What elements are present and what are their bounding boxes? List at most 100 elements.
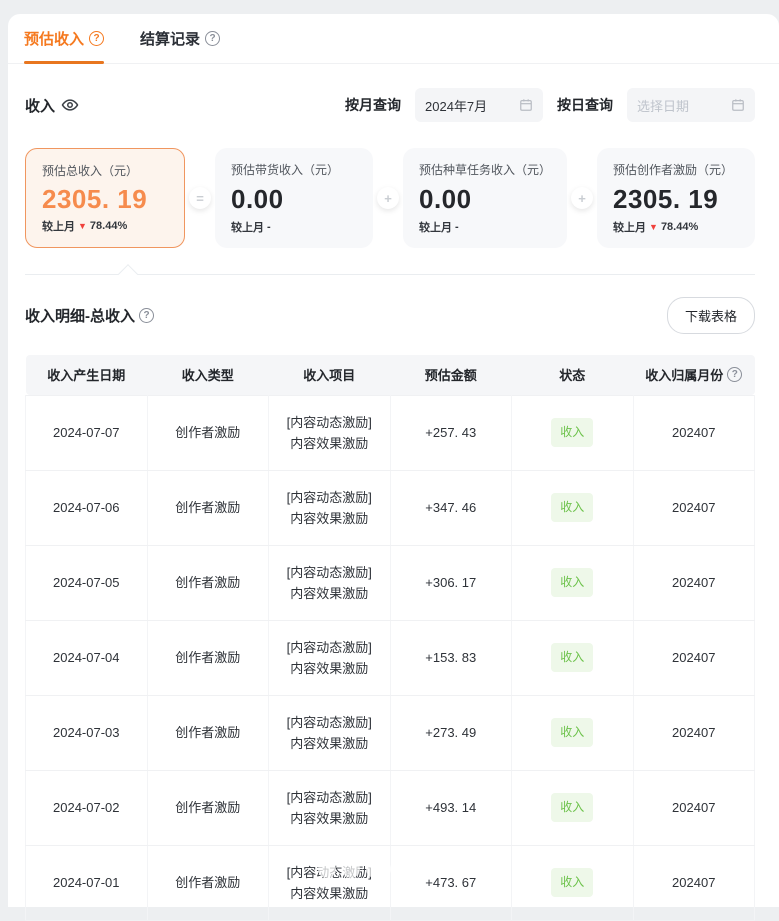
detail-title-label: 收入明细-总收入 [25,305,135,326]
cell-project: [内容动态激励]内容效果激励 [269,545,391,620]
month-picker[interactable]: 2024年7月 [415,88,543,122]
calendar-icon [731,98,745,112]
status-badge: 收入 [551,793,593,822]
card-label: 预估创作者激励（元） [613,161,739,178]
cell-status: 收入 [512,470,634,545]
card-compare: 较上月 - [231,219,357,235]
eye-icon[interactable] [61,96,79,114]
plus-icon: + [377,187,399,209]
cell-date: 2024-07-05 [26,545,148,620]
plus-icon: + [571,187,593,209]
cell-project: [内容动态激励]内容效果激励 [269,845,391,920]
card-creator-incentive[interactable]: 预估创作者激励（元） 2305. 19 较上月 ▼ 78.44% [597,148,755,248]
card-value: 0.00 [419,186,551,212]
cell-amount: +347. 46 [390,470,512,545]
card-label: 预估总收入（元） [42,162,168,179]
compare-value: 78.44% [90,220,127,232]
cell-date: 2024-07-01 [26,845,148,920]
cell-amount: +493. 14 [390,770,512,845]
tab-settlement-records-label: 结算记录 [140,28,200,49]
cell-status: 收入 [512,395,634,470]
cell-project: [内容动态激励]内容效果激励 [269,770,391,845]
cell-date: 2024-07-07 [26,395,148,470]
cell-project: [内容动态激励]内容效果激励 [269,695,391,770]
day-query-label: 按日查询 [557,95,613,115]
help-icon[interactable]: ? [89,31,104,46]
income-detail-table: 收入产生日期 收入类型 收入项目 预估金额 状态 收入归属月份 ? 2024-0… [25,355,755,921]
cell-type: 创作者激励 [147,845,269,920]
status-badge: 收入 [551,643,593,672]
cell-month: 202407 [633,620,755,695]
status-badge: 收入 [551,868,593,897]
cell-month: 202407 [633,470,755,545]
card-goods-income[interactable]: 预估带货收入（元） 0.00 较上月 - [215,148,373,248]
equals-icon: = [189,187,211,209]
card-compare: 较上月 ▼ 78.44% [613,219,739,235]
detail-title: 收入明细-总收入 ? [25,305,154,326]
cell-type: 创作者激励 [147,695,269,770]
compare-label: 较上月 [613,219,646,235]
cell-status: 收入 [512,845,634,920]
income-toolbar: 收入 按月查询 2024年7月 按日查询 选择日期 [25,88,755,122]
cell-month: 202407 [633,395,755,470]
cell-date: 2024-07-03 [26,695,148,770]
selected-card-divider [25,274,755,275]
table-row: 2024-07-07 创作者激励 [内容动态激励]内容效果激励 +257. 43… [26,395,755,470]
col-header-amount: 预估金额 [390,355,512,395]
table-row: 2024-07-02 创作者激励 [内容动态激励]内容效果激励 +493. 14… [26,770,755,845]
col-header-project: 收入项目 [269,355,391,395]
cell-type: 创作者激励 [147,620,269,695]
card-total-income[interactable]: 预估总收入（元） 2305. 19 较上月 ▼ 78.44% [25,148,185,248]
compare-value: - [455,221,459,233]
compare-label: 较上月 [231,219,264,235]
month-query-label: 按月查询 [345,95,401,115]
cell-project: [内容动态激励]内容效果激励 [269,620,391,695]
caret-up-notch [118,264,138,284]
card-value: 0.00 [231,186,357,212]
help-icon[interactable]: ? [205,31,220,46]
cell-date: 2024-07-02 [26,770,148,845]
cell-amount: +257. 43 [390,395,512,470]
help-icon[interactable]: ? [727,367,742,382]
download-table-button[interactable]: 下载表格 [667,297,755,334]
cell-status: 收入 [512,770,634,845]
cell-type: 创作者激励 [147,395,269,470]
main-panel: 预估收入 ? 结算记录 ? 收入 按月查询 2024年7月 [8,14,779,907]
col-header-month-label: 收入归属月份 [645,365,723,384]
col-header-month: 收入归属月份 ? [633,355,755,395]
cell-month: 202407 [633,545,755,620]
card-value: 2305. 19 [613,186,739,212]
card-label: 预估种草任务收入（元） [419,161,551,178]
cell-amount: +153. 83 [390,620,512,695]
down-triangle-icon: ▼ [78,221,87,231]
card-seeding-task-income[interactable]: 预估种草任务收入（元） 0.00 较上月 - [403,148,567,248]
income-title: 收入 [25,95,79,116]
help-icon[interactable]: ? [139,308,154,323]
table-row: 2024-07-04 创作者激励 [内容动态激励]内容效果激励 +153. 83… [26,620,755,695]
cell-amount: +473. 67 [390,845,512,920]
detail-header: 收入明细-总收入 ? 下载表格 [25,297,755,334]
income-title-label: 收入 [25,95,55,116]
tab-estimated-income-label: 预估收入 [24,28,84,49]
cell-type: 创作者激励 [147,770,269,845]
card-label: 预估带货收入（元） [231,161,357,178]
cell-month: 202407 [633,845,755,920]
col-header-status: 状态 [512,355,634,395]
tab-settlement-records[interactable]: 结算记录 ? [140,14,220,63]
cell-date: 2024-07-06 [26,470,148,545]
day-picker[interactable]: 选择日期 [627,88,755,122]
tab-estimated-income[interactable]: 预估收入 ? [24,14,104,63]
cell-status: 收入 [512,620,634,695]
cell-status: 收入 [512,695,634,770]
compare-label: 较上月 [419,219,452,235]
table-row: 2024-07-01 创作者激励 [内容动态激励]内容效果激励 +473. 67… [26,845,755,920]
query-group: 按月查询 2024年7月 按日查询 选择日期 [345,88,755,122]
cell-amount: +273. 49 [390,695,512,770]
status-badge: 收入 [551,718,593,747]
compare-label: 较上月 [42,218,75,234]
col-header-date: 收入产生日期 [26,355,148,395]
card-compare: 较上月 - [419,219,551,235]
cell-month: 202407 [633,695,755,770]
status-badge: 收入 [551,493,593,522]
cell-type: 创作者激励 [147,545,269,620]
